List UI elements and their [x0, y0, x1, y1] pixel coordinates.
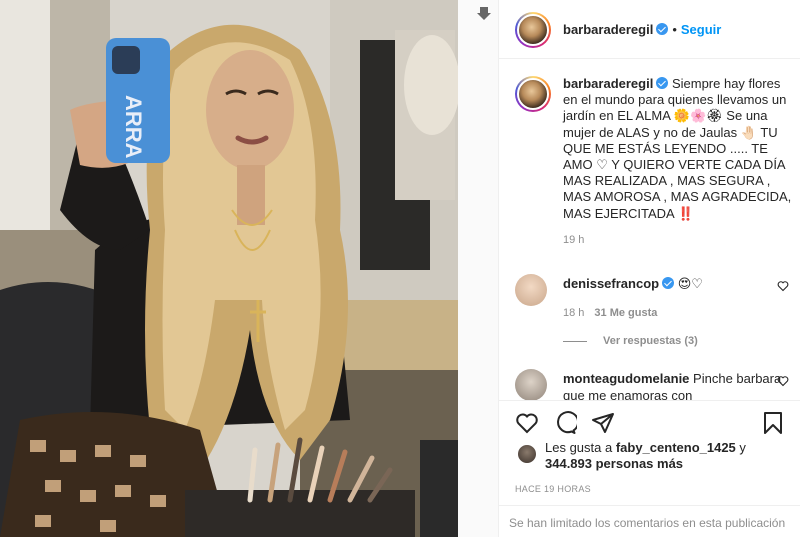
comment-item: monteagudomelanie Pinche barbara que me …: [515, 369, 795, 400]
caption-username[interactable]: barbaraderegil: [563, 76, 653, 91]
likes-middle: y: [735, 440, 746, 455]
post-sidebar: barbaraderegil • Seguir barbaraderegil Sie…: [498, 0, 800, 537]
comment-username[interactable]: monteagudomelanie: [563, 371, 689, 386]
post-author-username[interactable]: barbaraderegil: [563, 22, 653, 37]
svg-text:ARRA: ARRA: [121, 95, 146, 159]
comment-username[interactable]: denissefrancop: [563, 276, 659, 291]
caption-time[interactable]: 19 h: [563, 234, 795, 246]
bookmark-icon[interactable]: [761, 411, 785, 435]
comment-heart-icon[interactable]: [777, 375, 789, 387]
liker-avatar[interactable]: [517, 444, 537, 464]
verified-badge-icon: [656, 77, 669, 89]
follow-button[interactable]: Seguir: [681, 22, 721, 37]
comments-list[interactable]: barbaraderegil Siempre hay flores en el …: [499, 60, 800, 400]
caption-avatar[interactable]: [515, 76, 551, 112]
comment-likes[interactable]: 31 Me gusta: [594, 307, 657, 319]
comment-text: 😍♡: [677, 276, 703, 291]
view-replies-label: Ver respuestas (3): [603, 335, 698, 347]
avatar[interactable]: [515, 12, 551, 48]
comment-time[interactable]: 18 h: [563, 307, 584, 319]
comment-heart-icon[interactable]: [777, 280, 789, 292]
post-time-ago[interactable]: HACE 19 HORAS: [515, 484, 591, 494]
verified-badge-icon: [656, 23, 669, 35]
comment-item: denissefrancop 😍♡ 18 h 31 Me gusta: [515, 274, 795, 319]
post-photo[interactable]: ARRA: [0, 0, 458, 537]
replies-line: [563, 340, 587, 342]
post-caption: barbaraderegil Siempre hay flores en el …: [515, 76, 795, 246]
download-arrow-icon[interactable]: [475, 5, 493, 23]
separator-dot: •: [672, 22, 677, 37]
post-header: barbaraderegil • Seguir: [499, 0, 800, 59]
verified-badge-icon: [662, 277, 675, 289]
media-gap: [458, 0, 498, 537]
view-replies-button[interactable]: Ver respuestas (3): [563, 335, 698, 347]
likes-count[interactable]: 344.893 personas más: [545, 456, 683, 471]
paper-plane-icon[interactable]: [591, 411, 615, 435]
liker-username[interactable]: faby_centeno_1425: [616, 440, 736, 455]
likes-summary: Les gusta a faby_centeno_1425 y 344.893 …: [515, 440, 795, 472]
comment-bubble-icon[interactable]: [553, 411, 577, 435]
post-photo-illustration: ARRA: [0, 0, 458, 537]
likes-prefix: Les gusta a: [545, 440, 616, 455]
comments-limited-notice: Se han limitado los comentarios en esta …: [499, 505, 800, 537]
caption-text: Siempre hay flores en el mundo para quie…: [563, 76, 792, 221]
heart-icon[interactable]: [515, 411, 539, 435]
commenter-avatar[interactable]: [515, 274, 547, 306]
commenter-avatar[interactable]: [515, 369, 547, 400]
